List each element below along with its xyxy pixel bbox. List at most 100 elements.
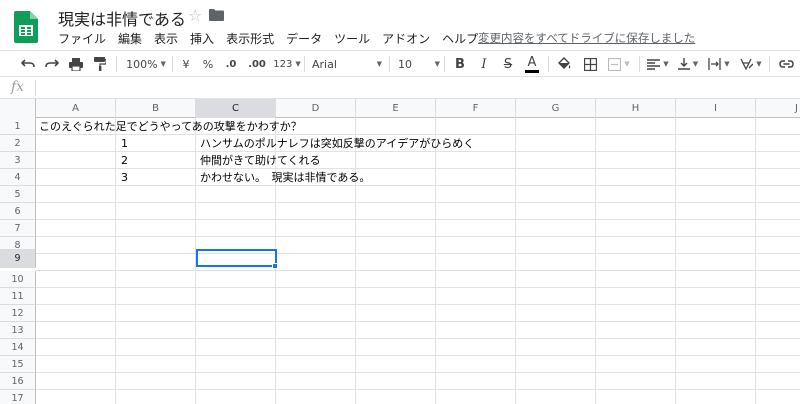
column-header-c[interactable]: C	[196, 99, 276, 118]
menu-view[interactable]: 表示	[154, 30, 178, 46]
increase-decimal-button[interactable]: .00	[244, 51, 270, 77]
sheets-logo-icon[interactable]	[14, 11, 38, 43]
currency-format-button[interactable]: ¥	[178, 51, 194, 77]
cell-area[interactable]	[36, 118, 800, 404]
active-cell-c9[interactable]	[196, 249, 277, 267]
merge-cells-button[interactable]: ▼	[605, 51, 633, 77]
font-size-select[interactable]: 10 ▼	[398, 51, 440, 77]
print-button[interactable]	[66, 51, 86, 77]
redo-button[interactable]	[42, 51, 62, 77]
paint-format-icon	[94, 57, 106, 71]
toolbar: 100% ▼ ¥ % .0 .00 123 ▼ Arial ▼ 10 ▼ B I S A…	[0, 50, 800, 77]
decrease-decimal-button[interactable]: .0	[220, 51, 242, 77]
insert-link-button[interactable]	[776, 51, 796, 77]
font-size-value: 10	[398, 57, 412, 71]
row-header-5[interactable]: 5	[0, 186, 36, 203]
document-title[interactable]: 現実は非情である	[58, 6, 186, 30]
row-header-10[interactable]: 10	[0, 271, 36, 288]
row-header-9[interactable]: 9	[0, 249, 36, 268]
row-header-13[interactable]: 13	[0, 322, 36, 339]
column-header-j[interactable]: J	[756, 99, 800, 118]
menu-insert[interactable]: 挿入	[190, 30, 214, 46]
merge-cells-icon	[608, 57, 622, 71]
strikethrough-button[interactable]: S	[499, 51, 517, 77]
fill-handle[interactable]	[272, 263, 278, 269]
cell-b3[interactable]: 2	[121, 152, 128, 169]
row-header-2[interactable]: 2	[0, 135, 36, 152]
formula-bar-divider	[35, 80, 36, 96]
row-header-11[interactable]: 11	[0, 288, 36, 305]
text-rotation-button[interactable]: ▼	[737, 51, 765, 77]
formula-input[interactable]	[40, 80, 790, 96]
column-header-h[interactable]: H	[596, 99, 676, 118]
chevron-down-icon: ▼	[376, 60, 382, 68]
percent-format-button[interactable]: %	[199, 51, 217, 77]
chevron-down-icon: ▼	[160, 60, 166, 68]
toolbar-divider	[444, 56, 445, 72]
italic-button[interactable]: I	[475, 51, 493, 77]
row-header-12[interactable]: 12	[0, 305, 36, 322]
row-header-16[interactable]: 16	[0, 373, 36, 390]
save-status-link[interactable]: 変更内容をすべてドライブに保存しました	[478, 30, 695, 46]
row-header-14[interactable]: 14	[0, 339, 36, 356]
borders-icon	[583, 57, 597, 71]
horizontal-align-button[interactable]: ▼	[645, 51, 671, 77]
cell-b2[interactable]: 1	[121, 135, 128, 152]
folder-icon[interactable]	[209, 9, 224, 21]
select-all-corner[interactable]	[0, 99, 36, 118]
zoom-select[interactable]: 100% ▼	[124, 51, 168, 77]
chevron-down-icon: ▼	[663, 60, 669, 68]
toolbar-divider	[769, 56, 770, 72]
currency-label: ¥	[182, 57, 190, 71]
text-color-button[interactable]: A	[522, 51, 542, 77]
more-formats-button[interactable]: 123 ▼	[272, 51, 302, 77]
menu-help[interactable]: ヘルプ	[442, 30, 478, 46]
menu-edit[interactable]: 編集	[118, 30, 142, 46]
menu-data[interactable]: データ	[286, 30, 322, 46]
row-header-7[interactable]: 7	[0, 220, 36, 237]
menu-format[interactable]: 表示形式	[226, 30, 274, 46]
app-header: 現実は非情である ☆ ファイル 編集 表示 挿入 表示形式 データ ツール アド…	[0, 0, 800, 50]
bold-label: B	[455, 56, 465, 72]
menu-tools[interactable]: ツール	[334, 30, 370, 46]
column-header-f[interactable]: F	[436, 99, 516, 118]
text-wrapping-button[interactable]: ▼	[705, 51, 733, 77]
menu-file[interactable]: ファイル	[58, 30, 106, 46]
menu-addons[interactable]: アドオン	[382, 30, 430, 46]
row-header-1[interactable]: 1	[0, 118, 36, 135]
chevron-down-icon: ▼	[295, 60, 301, 68]
link-icon	[778, 60, 794, 68]
percent-label: %	[202, 57, 214, 71]
cell-c4[interactable]: かわせない。 現実は非情である。	[200, 169, 370, 186]
row-header-4[interactable]: 4	[0, 169, 36, 186]
star-icon[interactable]: ☆	[188, 6, 202, 25]
cell-c3[interactable]: 仲間がきて助けてくれる	[200, 152, 321, 169]
row-header-3[interactable]: 3	[0, 152, 36, 169]
cell-c2[interactable]: ハンサムのポルナレフは突如反撃のアイデアがひらめく	[200, 135, 474, 152]
row-header-15[interactable]: 15	[0, 356, 36, 373]
fill-color-button[interactable]	[554, 51, 574, 77]
font-family-select[interactable]: Arial ▼	[312, 51, 382, 77]
column-header-e[interactable]: E	[356, 99, 436, 118]
cell-a1[interactable]: このえぐられた足でどうやってあの攻撃をかわすか？	[39, 118, 302, 135]
borders-button[interactable]	[580, 51, 600, 77]
toolbar-divider	[116, 56, 117, 72]
column-header-i[interactable]: I	[676, 99, 756, 118]
paint-format-button[interactable]	[90, 51, 110, 77]
vertical-align-button[interactable]: ▼	[675, 51, 701, 77]
column-header-a[interactable]: A	[36, 99, 116, 118]
column-header-g[interactable]: G	[516, 99, 596, 118]
column-header-b[interactable]: B	[116, 99, 196, 118]
bold-button[interactable]: B	[451, 51, 469, 77]
column-header-d[interactable]: D	[276, 99, 356, 118]
cell-b4[interactable]: 3	[121, 169, 128, 186]
row-header-17[interactable]: 17	[0, 390, 36, 404]
increase-decimal-label: .00	[248, 58, 266, 70]
fx-label: fx	[11, 79, 25, 95]
font-family-value: Arial	[312, 57, 337, 71]
undo-icon	[21, 59, 35, 68]
align-left-icon	[647, 58, 661, 70]
undo-button[interactable]	[18, 51, 38, 77]
row-header-6[interactable]: 6	[0, 203, 36, 220]
toolbar-divider	[389, 56, 390, 72]
